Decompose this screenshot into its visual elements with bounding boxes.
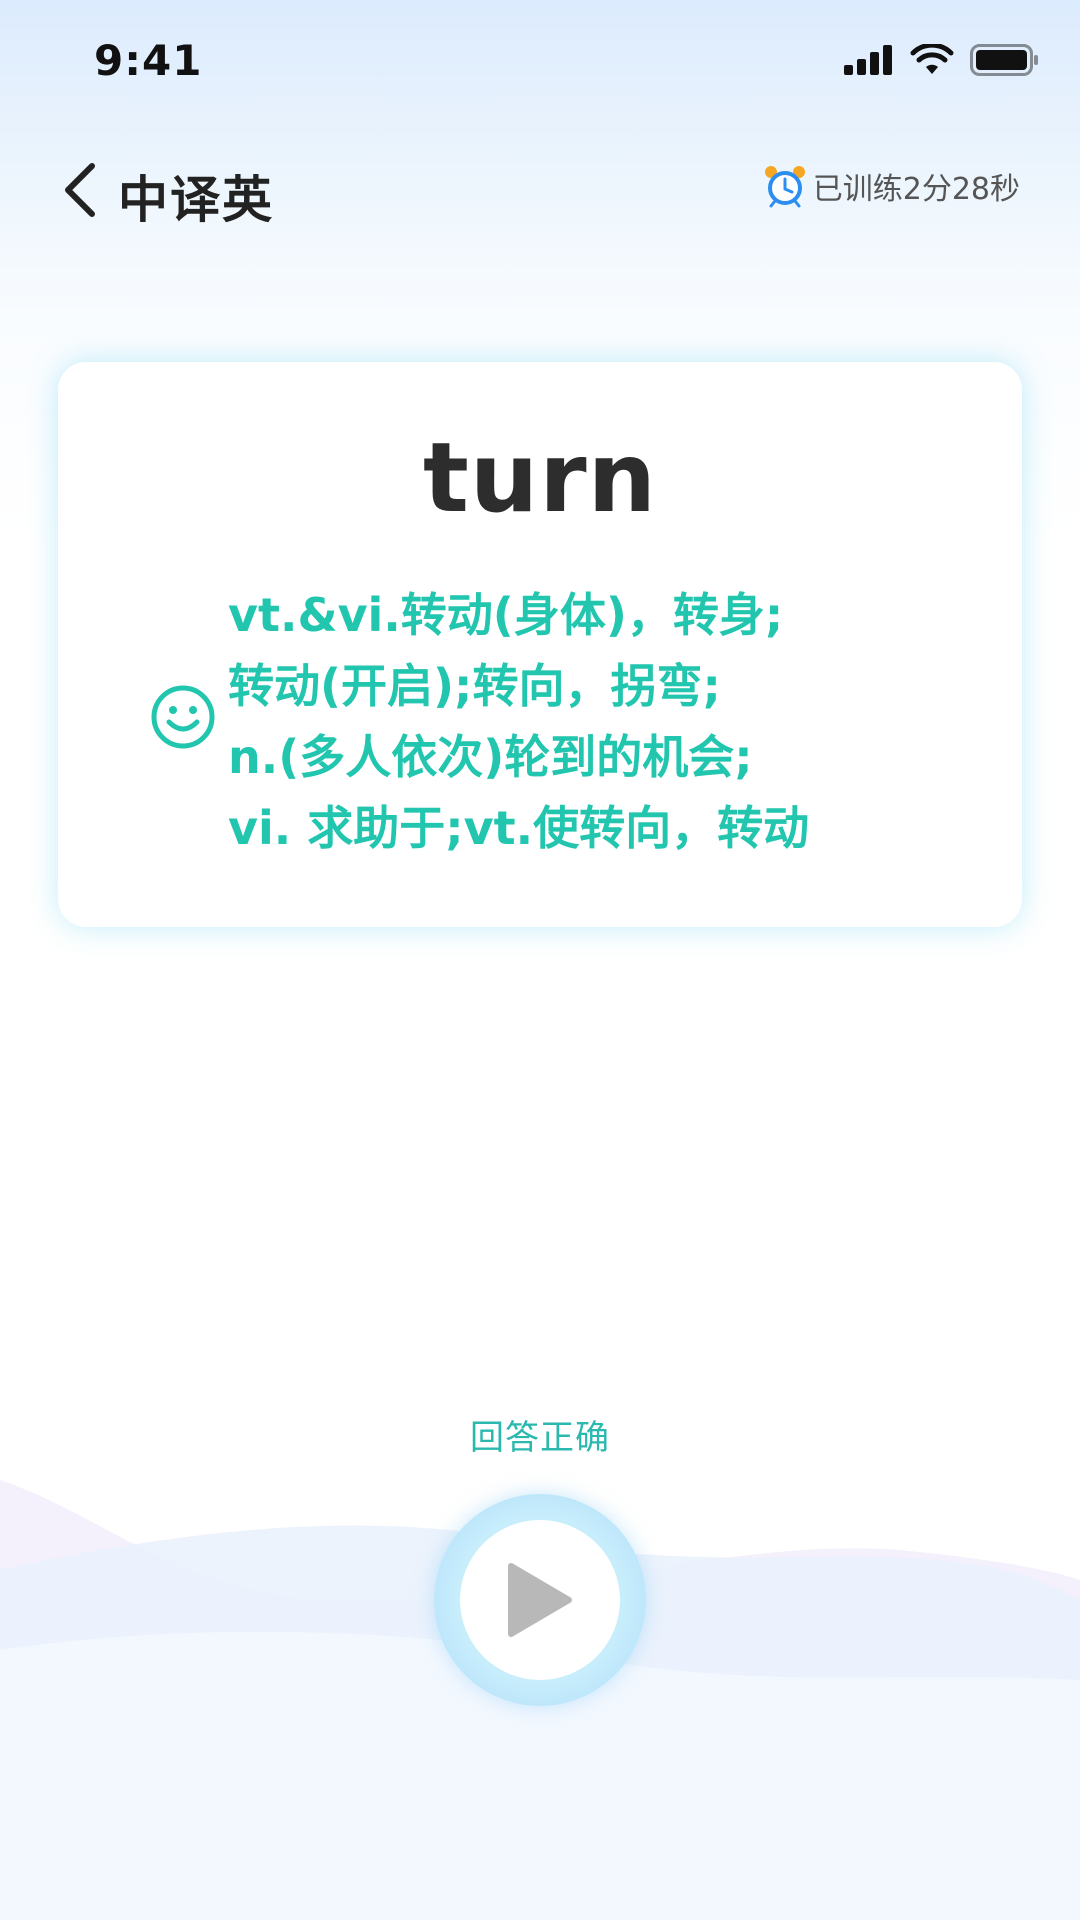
definition-line: n.(多人依次)轮到的机会; [228,730,753,784]
page-title: 中译英 [118,171,274,229]
vocab-word: turn [423,422,657,534]
play-button[interactable] [460,1520,620,1680]
cellular-signal-icon [844,45,892,75]
header: 中译英 已训练2分28秒 [0,150,1080,230]
definition-line: vt.&vi.转动(身体)，转身; [228,588,784,642]
battery-icon [970,44,1038,76]
definition-line: 转动(开启);转向，拐弯; [228,659,721,713]
status-icons [844,44,1040,76]
play-button-ring [434,1494,646,1706]
definition-line: vi. 求助于;vt.使转向，转动 [228,801,810,855]
back-button[interactable] [50,156,110,224]
play-icon [508,1563,572,1637]
chevron-left-icon [65,163,95,217]
timer-text: 已训练2分28秒 [812,172,1020,207]
status-time: 9:41 [94,36,203,85]
status-bar: 9:41 [0,0,1080,130]
word-card: turn vt.&vi.转动(身体)，转身; 转动(开启);转向，拐弯; n.(… [58,362,1022,927]
answer-result: 回答正确 [470,1418,610,1458]
training-timer: 已训练2分28秒 [763,164,1020,208]
alarm-clock-icon [764,166,805,208]
wifi-icon [910,44,954,74]
definition-list: vt.&vi.转动(身体)，转身; 转动(开启);转向，拐弯; n.(多人依次)… [228,580,988,864]
smiley-icon [151,685,215,749]
